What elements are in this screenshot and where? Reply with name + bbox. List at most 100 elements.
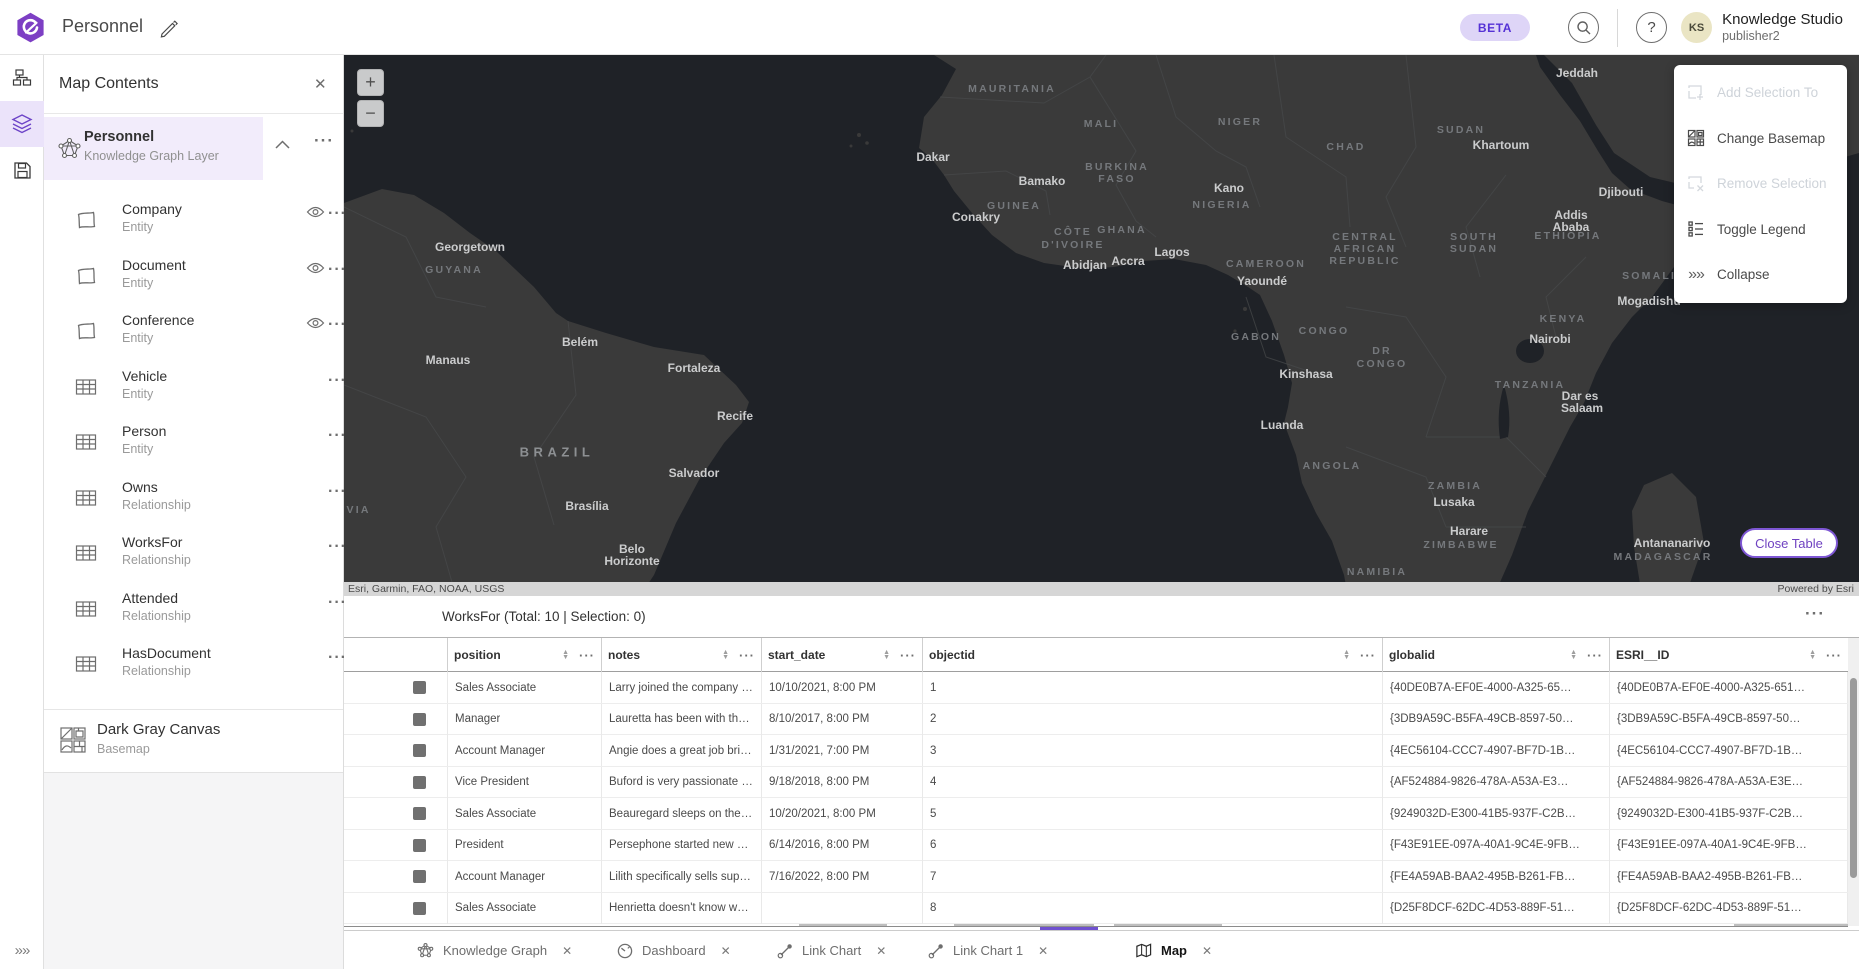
table-row[interactable]: Sales Associate Henrietta doesn't know w…: [344, 893, 1848, 925]
layer-row[interactable]: WorksFor Relationship ···: [44, 526, 343, 582]
cell-globalid: {FE4A59AB-BAA2-495B-B261-FB…: [1383, 861, 1610, 892]
row-select-checkbox[interactable]: [413, 902, 426, 915]
column-menu-icon[interactable]: ···: [1826, 648, 1842, 663]
menu-item-add-selection-to[interactable]: Add Selection To: [1674, 70, 1847, 116]
tab-map[interactable]: Map ✕: [1135, 931, 1212, 969]
layer-options-icon[interactable]: ···: [328, 649, 347, 667]
visibility-eye-icon[interactable]: [306, 206, 325, 218]
sort-icon[interactable]: ▲▼: [562, 650, 569, 660]
tab-link-chart-1[interactable]: Link Chart 1 ✕: [928, 931, 1048, 969]
table-row[interactable]: Sales Associate Beauregard sleeps on the…: [344, 798, 1848, 830]
table-row[interactable]: Vice President Buford is very passionate…: [344, 767, 1848, 799]
table-vertical-scrollbar[interactable]: [1848, 638, 1859, 926]
menu-item-toggle-legend[interactable]: Toggle Legend: [1674, 207, 1847, 253]
layer-options-icon[interactable]: ···: [328, 538, 347, 556]
table-row[interactable]: Sales Associate Larry joined the company…: [344, 672, 1848, 704]
basemap-name: Dark Gray Canvas: [97, 721, 220, 738]
layer-options-icon[interactable]: ···: [328, 483, 347, 501]
visibility-eye-icon[interactable]: [306, 262, 325, 274]
powered-by-esri: Powered by Esri: [1778, 583, 1854, 595]
sort-icon[interactable]: ▲▼: [722, 650, 729, 660]
row-select-checkbox[interactable]: [413, 713, 426, 726]
tab-knowledge-graph[interactable]: Knowledge Graph ✕: [417, 931, 572, 969]
column-header-esri-id[interactable]: ESRI__ID ▲▼ ···: [1610, 638, 1848, 672]
column-menu-icon[interactable]: ···: [739, 648, 755, 663]
basemap-row[interactable]: Dark Gray Canvas Basemap: [44, 710, 343, 772]
map-view[interactable]: MAURITANIAMALINIGERSUDANCHADBURKINAFASOG…: [344, 55, 1859, 596]
user-avatar[interactable]: KS: [1681, 12, 1712, 43]
table-row[interactable]: Account Manager Lilith specifically sell…: [344, 861, 1848, 893]
column-menu-icon[interactable]: ···: [579, 648, 595, 663]
menu-item-change-basemap[interactable]: Change Basemap: [1674, 116, 1847, 162]
zoom-in-button[interactable]: +: [357, 69, 384, 96]
panel-close-icon[interactable]: ✕: [314, 75, 327, 93]
layer-row[interactable]: Attended Relationship ···: [44, 582, 343, 638]
layer-options-icon[interactable]: ···: [328, 261, 347, 279]
zoom-out-button[interactable]: −: [357, 100, 384, 127]
layer-row[interactable]: Conference Entity ···: [44, 304, 343, 360]
row-select-cell: [344, 893, 448, 924]
layer-options-icon[interactable]: ···: [328, 594, 347, 612]
column-menu-icon[interactable]: ···: [1360, 648, 1376, 663]
tab-link-chart[interactable]: Link Chart ✕: [777, 931, 886, 969]
column-header-position[interactable]: position ▲▼ ···: [448, 638, 602, 672]
column-header-start-date[interactable]: start_date ▲▼ ···: [762, 638, 923, 672]
column-menu-icon[interactable]: ···: [1587, 648, 1603, 663]
knowledge-graph-icon: [417, 942, 434, 959]
sort-icon[interactable]: ▲▼: [1809, 650, 1816, 660]
search-button[interactable]: [1568, 12, 1599, 43]
column-header-globalid[interactable]: globalid ▲▼ ···: [1383, 638, 1610, 672]
column-header-objectid[interactable]: objectid ▲▼ ···: [923, 638, 1383, 672]
layer-options-icon[interactable]: ···: [328, 427, 347, 445]
table-row[interactable]: Manager Lauretta has been with the comp……: [344, 704, 1848, 736]
layer-row[interactable]: Company Entity ···: [44, 193, 343, 249]
scrollbar-thumb[interactable]: [1850, 678, 1857, 878]
row-select-checkbox[interactable]: [413, 744, 426, 757]
table-row[interactable]: President Persephone started new metal o…: [344, 830, 1848, 862]
layer-group-options-icon[interactable]: ···: [314, 131, 334, 151]
layer-row[interactable]: HasDocument Relationship ···: [44, 637, 343, 693]
polygon-entity-icon: [74, 320, 98, 342]
layer-name: Conference: [122, 312, 194, 328]
table-options-icon[interactable]: ···: [1805, 604, 1825, 624]
close-tab-icon[interactable]: ✕: [1038, 944, 1048, 958]
table-row[interactable]: Account Manager Angie does a great job b…: [344, 735, 1848, 767]
edit-title-icon[interactable]: [158, 18, 178, 38]
layer-name: Owns: [122, 479, 158, 495]
collapse-group-chevron-icon[interactable]: [275, 140, 290, 149]
row-select-checkbox[interactable]: [413, 870, 426, 883]
column-menu-icon[interactable]: ···: [900, 648, 916, 663]
column-header-notes[interactable]: notes ▲▼ ···: [602, 638, 762, 672]
menu-item-remove-selection[interactable]: Remove Selection: [1674, 161, 1847, 207]
layer-group-personnel[interactable]: Personnel Knowledge Graph Layer: [44, 117, 263, 180]
row-select-checkbox[interactable]: [413, 839, 426, 852]
close-table-button[interactable]: Close Table: [1740, 528, 1838, 558]
layer-row[interactable]: Owns Relationship ···: [44, 471, 343, 527]
row-select-checkbox[interactable]: [413, 776, 426, 789]
rail-item-save[interactable]: [0, 147, 44, 193]
visibility-eye-icon[interactable]: [306, 317, 325, 329]
layer-row[interactable]: Person Entity ···: [44, 415, 343, 471]
help-button[interactable]: ?: [1636, 12, 1667, 43]
sort-icon[interactable]: ▲▼: [1570, 650, 1577, 660]
row-select-checkbox[interactable]: [413, 681, 426, 694]
close-tab-icon[interactable]: ✕: [1202, 944, 1212, 958]
layer-row[interactable]: Vehicle Entity ···: [44, 360, 343, 416]
row-select-checkbox[interactable]: [413, 807, 426, 820]
expand-panel-chevrons[interactable]: »»: [0, 942, 44, 959]
close-tab-icon[interactable]: ✕: [876, 944, 886, 958]
close-tab-icon[interactable]: ✕: [562, 944, 572, 958]
rail-item-hierarchy[interactable]: [0, 55, 44, 101]
menu-item-collapse[interactable]: »» Collapse: [1674, 252, 1847, 298]
tab-dashboard[interactable]: Dashboard ✕: [617, 931, 731, 969]
layer-options-icon[interactable]: ···: [328, 316, 347, 334]
sort-icon[interactable]: ▲▼: [883, 650, 890, 660]
layer-options-icon[interactable]: ···: [328, 205, 347, 223]
account-info[interactable]: Knowledge Studio publisher2: [1722, 11, 1843, 44]
layer-row[interactable]: Document Entity ···: [44, 249, 343, 305]
app-logo-icon[interactable]: [15, 12, 46, 43]
rail-item-layers[interactable]: [0, 101, 44, 147]
sort-icon[interactable]: ▲▼: [1343, 650, 1350, 660]
layer-options-icon[interactable]: ···: [328, 372, 347, 390]
close-tab-icon[interactable]: ✕: [721, 944, 731, 958]
